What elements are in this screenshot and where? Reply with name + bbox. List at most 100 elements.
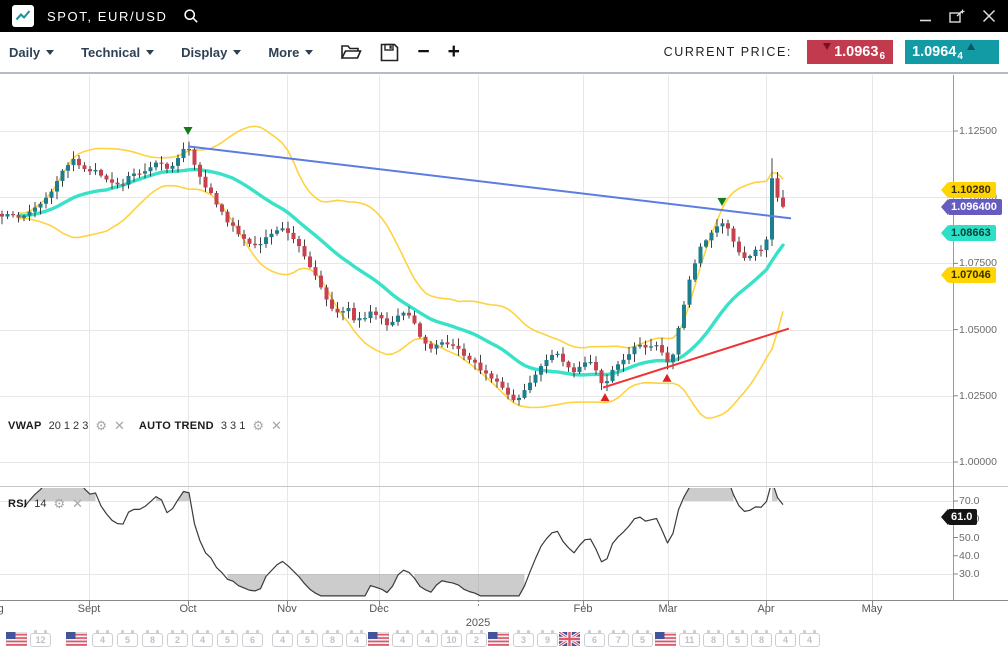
calendar-event-icon[interactable]: 6 <box>242 633 263 647</box>
calendar-event-icon[interactable]: 4 <box>346 633 367 647</box>
calendar-event-count: 4 <box>776 634 795 646</box>
search-icon[interactable] <box>183 8 199 24</box>
minimize-button[interactable] <box>919 10 932 23</box>
calendar-event-icon[interactable]: 4 <box>272 633 293 647</box>
calendar-event-icon[interactable]: 2 <box>167 633 188 647</box>
close-icon[interactable]: ✕ <box>271 419 282 432</box>
gear-icon[interactable]: ⚙ <box>252 419 264 432</box>
close-icon[interactable]: ✕ <box>72 497 83 510</box>
calendar-event-count: 8 <box>752 634 771 646</box>
calendar-event-count: 5 <box>633 634 652 646</box>
menu-more-label: More <box>268 45 299 60</box>
menu-display-label: Display <box>181 45 227 60</box>
price-up-arrow-icon <box>967 43 975 50</box>
calendar-event-count: 3 <box>514 634 533 646</box>
flag-us-icon[interactable] <box>488 632 509 651</box>
chevron-down-icon <box>46 50 54 55</box>
calendar-event-icon[interactable]: 4 <box>775 633 796 647</box>
calendar-event-icon[interactable]: 4 <box>417 633 438 647</box>
menu-timeframe[interactable]: Daily <box>9 45 54 60</box>
close-button[interactable] <box>982 9 996 23</box>
calendar-event-icon[interactable]: 12 <box>30 633 51 647</box>
chevron-down-icon <box>233 50 241 55</box>
calendar-event-icon[interactable]: 5 <box>632 633 653 647</box>
calendar-event-count: 4 <box>93 634 112 646</box>
vwap-legend-name: VWAP <box>8 420 42 432</box>
time-axis-month-label: Sept <box>78 603 101 615</box>
calendar-event-icon[interactable]: 5 <box>297 633 318 647</box>
upper-band-badge: 1.10280 <box>948 182 996 198</box>
menu-more[interactable]: More <box>268 45 313 60</box>
vwap-legend: VWAP 20 1 2 3 ⚙ ✕ AUTO TREND 3 3 1 ⚙ ✕ <box>8 419 282 432</box>
auto-trend-legend-name: AUTO TREND <box>139 420 214 432</box>
price-axis-tick: 1.05000 <box>959 324 997 336</box>
bid-price-value: 1.0963 <box>834 44 878 60</box>
calendar-event-count: 4 <box>393 634 412 646</box>
time-axis-month-label: Aug <box>0 603 4 615</box>
calendar-event-icon[interactable]: 3 <box>513 633 534 647</box>
gear-icon[interactable]: ⚙ <box>54 497 66 510</box>
calendar-event-icon[interactable]: 4 <box>799 633 820 647</box>
calendar-event-count: 7 <box>609 634 628 646</box>
calendar-event-icon[interactable]: 8 <box>703 633 724 647</box>
zoom-in-button[interactable]: + <box>448 42 460 62</box>
close-icon[interactable]: ✕ <box>114 419 125 432</box>
popout-button[interactable] <box>949 9 965 24</box>
calendar-event-count: 6 <box>243 634 262 646</box>
flag-us-icon[interactable] <box>655 632 676 651</box>
calendar-event-icon[interactable]: 6 <box>584 633 605 647</box>
rsi-value-badge: 61.0 <box>948 509 977 525</box>
flag-us-icon[interactable] <box>66 632 87 651</box>
calendar-event-count: 12 <box>31 634 50 646</box>
app-logo-icon <box>12 5 34 27</box>
bid-price-badge: 1.0963 6 <box>807 40 893 64</box>
flag-us-icon[interactable] <box>6 632 27 651</box>
price-axis-tick: 1.02500 <box>959 390 997 402</box>
window-title: SPOT, EUR/USD <box>47 9 167 24</box>
calendar-event-icon[interactable]: 8 <box>751 633 772 647</box>
calendar-event-count: 8 <box>704 634 723 646</box>
flag-us-icon[interactable] <box>368 632 389 651</box>
open-file-icon[interactable] <box>340 43 362 61</box>
chart-overlays: 1.125001.100001.075001.050001.025001.000… <box>0 0 1008 650</box>
calendar-event-count: 5 <box>218 634 237 646</box>
calendar-event-count: 4 <box>347 634 366 646</box>
time-axis-month-label: Nov <box>277 603 297 615</box>
calendar-event-icon[interactable]: 9 <box>537 633 558 647</box>
auto-trend-legend-params: 3 3 1 <box>221 420 245 432</box>
menu-timeframe-label: Daily <box>9 45 40 60</box>
calendar-event-icon[interactable]: 2 <box>466 633 487 647</box>
gear-icon[interactable]: ⚙ <box>95 419 107 432</box>
save-icon[interactable] <box>380 43 399 62</box>
calendar-event-icon[interactable]: 5 <box>117 633 138 647</box>
calendar-event-count: 4 <box>193 634 212 646</box>
calendar-event-icon[interactable]: 10 <box>441 633 462 647</box>
menu-technical[interactable]: Technical <box>81 45 154 60</box>
calendar-event-icon[interactable]: 4 <box>192 633 213 647</box>
rsi-axis-tick: 70.0 <box>959 495 979 507</box>
calendar-event-count: 8 <box>143 634 162 646</box>
calendar-event-icon[interactable]: 11 <box>679 633 700 647</box>
calendar-event-icon[interactable]: 5 <box>217 633 238 647</box>
time-axis-year-label: 2025 <box>466 617 490 629</box>
calendar-event-icon[interactable]: 4 <box>392 633 413 647</box>
calendar-event-icon[interactable]: 4 <box>92 633 113 647</box>
last-price-badge: 1.096400 <box>948 199 1002 215</box>
calendar-event-count: 2 <box>168 634 187 646</box>
calendar-event-count: 10 <box>442 634 461 646</box>
calendar-event-icon[interactable]: 8 <box>142 633 163 647</box>
calendar-event-icon[interactable]: 7 <box>608 633 629 647</box>
calendar-event-count: 5 <box>728 634 747 646</box>
titlebar: SPOT, EUR/USD <box>0 0 1008 32</box>
zoom-out-button[interactable]: − <box>417 42 429 62</box>
chevron-down-icon <box>305 50 313 55</box>
vwap-badge: 1.08663 <box>948 225 996 241</box>
time-axis-month-label: Feb <box>574 603 593 615</box>
flag-uk-icon[interactable] <box>559 632 580 651</box>
time-axis-month-label: Dec <box>369 603 389 615</box>
calendar-event-icon[interactable]: 8 <box>322 633 343 647</box>
menu-display[interactable]: Display <box>181 45 241 60</box>
calendar-event-icon[interactable]: 5 <box>727 633 748 647</box>
rsi-axis-tick: 30.0 <box>959 568 979 580</box>
calendar-event-count: 8 <box>323 634 342 646</box>
